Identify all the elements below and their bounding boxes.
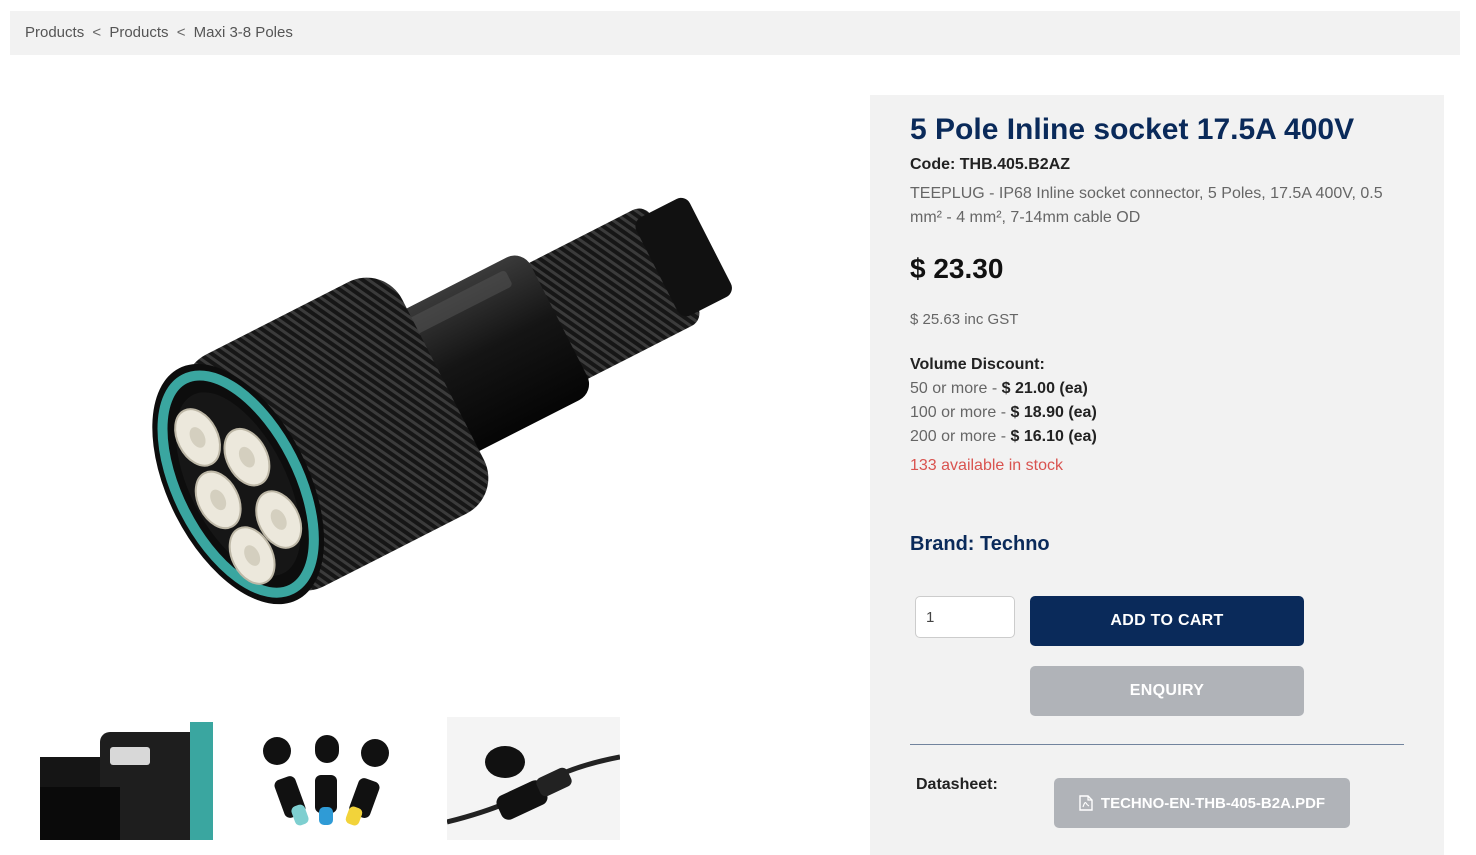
volume-discount-tier: 100 or more - $ 18.90 (ea): [910, 404, 1097, 422]
connector-illustration: [152, 197, 732, 605]
breadcrumb-item-products-sub[interactable]: Products: [109, 24, 168, 41]
tier-quantity: 50 or more -: [910, 380, 1002, 397]
stock-status: 133 available in stock: [910, 457, 1063, 474]
volume-discount-title: Volume Discount:: [910, 356, 1045, 373]
pdf-file-icon: [1079, 795, 1093, 811]
product-description: TEEPLUG - IP68 Inline socket connector, …: [910, 185, 1383, 226]
thumbnail-2[interactable]: [243, 717, 416, 840]
volume-discount-tier: 200 or more - $ 16.10 (ea): [910, 428, 1097, 446]
tier-quantity: 100 or more -: [910, 404, 1011, 421]
datasheet-filename: TECHNO-EN-THB-405-B2A.PDF: [1100, 794, 1326, 812]
thumbnail-cable-image: [447, 717, 620, 840]
thumbnail-1[interactable]: [40, 717, 213, 840]
main-product-image[interactable]: [100, 140, 780, 700]
breadcrumb-item-current[interactable]: Maxi 3-8 Poles: [194, 24, 293, 41]
breadcrumb-item-products[interactable]: Products: [25, 24, 84, 41]
tier-quantity: 200 or more -: [910, 428, 1011, 445]
tier-price: $ 18.90 (ea): [1010, 404, 1097, 421]
breadcrumb-separator: <: [176, 24, 186, 41]
datasheet-label: Datasheet:: [916, 776, 998, 793]
thumbnail-variants-image: [243, 717, 416, 840]
product-code: Code: THB.405.B2AZ: [910, 156, 1071, 173]
breadcrumb-separator: <: [92, 24, 102, 41]
product-title: 5 Pole Inline socket 17.5A 400V: [910, 113, 1355, 146]
quantity-input[interactable]: [915, 596, 1015, 638]
product-brand: Brand: Techno: [910, 533, 1050, 555]
add-to-cart-button[interactable]: ADD TO CART: [1030, 596, 1304, 646]
thumbnail-closeup-image: [40, 717, 213, 840]
divider: [910, 744, 1404, 745]
tier-price: $ 21.00 (ea): [1001, 380, 1088, 397]
thumbnail-3[interactable]: [447, 717, 620, 840]
datasheet-download-button[interactable]: TECHNO-EN-THB-405-B2A.PDF: [1054, 778, 1350, 828]
product-price: $ 23.30: [910, 253, 1004, 284]
enquiry-button[interactable]: ENQUIRY: [1030, 666, 1304, 716]
tier-price: $ 16.10 (ea): [1010, 428, 1097, 445]
price-inc-gst: $ 25.63 inc GST: [910, 311, 1019, 328]
product-info-panel: 5 Pole Inline socket 17.5A 400V Code: TH…: [870, 95, 1444, 855]
volume-discount-tier: 50 or more - $ 21.00 (ea): [910, 380, 1088, 398]
breadcrumb: Products < Products < Maxi 3-8 Poles: [10, 11, 1460, 55]
